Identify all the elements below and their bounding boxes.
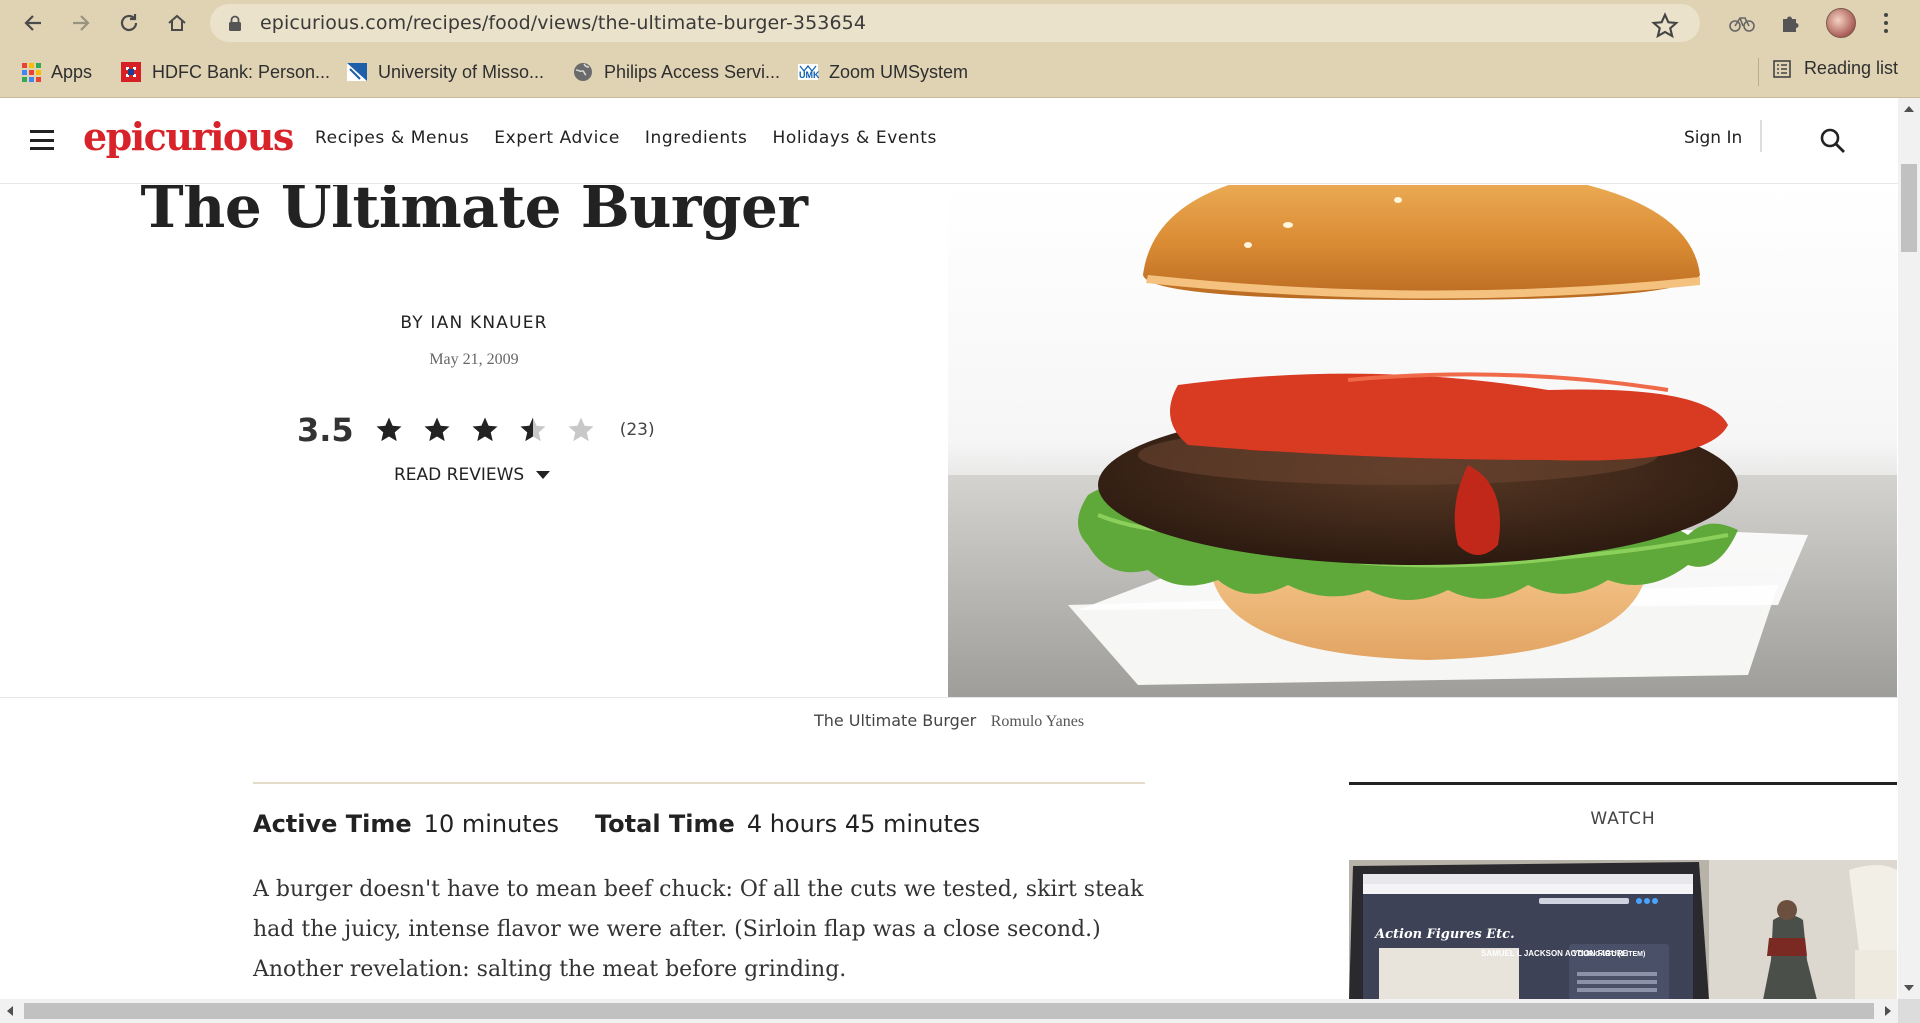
horizontal-scroll-thumb[interactable] [24, 1003, 1874, 1019]
recipe-title: The Ultimate Burger [140, 185, 808, 241]
site-logo[interactable]: epicurious [83, 114, 294, 159]
browser-toolbar: epicurious.com/recipes/food/views/the-ul… [0, 0, 1920, 46]
bookmark-label: University of Misso... [378, 61, 545, 82]
read-reviews-button[interactable]: READ REVIEWS [394, 465, 551, 485]
rating-value: 3.5 [297, 411, 354, 449]
scrollbar-corner [1898, 999, 1920, 1023]
total-time-label: Total Time [595, 810, 735, 838]
total-time-value: 4 hours 45 minutes [746, 810, 981, 838]
watch-divider [1349, 782, 1897, 785]
arrow-right-icon [73, 15, 90, 31]
recipe-description: A burger doesn't have to mean beef chuck… [253, 877, 1144, 982]
photo-credit: Romulo Yanes [990, 713, 1085, 730]
recipe-hero-image [948, 185, 1897, 697]
main-nav: Recipes & Menus Expert Advice Ingredient… [315, 128, 937, 148]
rating-stars [374, 415, 596, 445]
caret-down-icon [536, 471, 551, 479]
arrow-left-icon [24, 15, 41, 31]
watch-video-thumbnail[interactable]: Action Figures Etc. SAMUEL L JACKSON ACT… [1349, 860, 1897, 1000]
bookmark-label: Zoom UMSystem [829, 61, 969, 82]
recipe-header: The Ultimate Burger BY IAN KNAUER May 21… [0, 185, 948, 697]
home-button[interactable] [162, 8, 192, 38]
bookmark-star-icon[interactable] [1650, 11, 1680, 41]
video-brand-text: Action Figures Etc. [1373, 927, 1515, 942]
scroll-up-arrow-icon[interactable] [1904, 106, 1914, 112]
nav-holidays-events[interactable]: Holidays & Events [772, 128, 937, 148]
umkc-logo-icon: UMKC [798, 64, 819, 80]
forward-button[interactable] [66, 8, 96, 38]
scroll-right-arrow-icon[interactable] [1885, 1006, 1891, 1016]
bookmark-label: HDFC Bank: Person... [152, 61, 331, 82]
star-half-icon [520, 417, 546, 442]
video-frame: Action Figures Etc. SAMUEL L JACKSON ACT… [1349, 860, 1897, 1000]
star-empty-icon [568, 417, 594, 442]
hdfc-logo-icon [121, 62, 141, 82]
image-caption: The Ultimate Burger Romulo Yanes [0, 711, 1898, 731]
recipe-byline[interactable]: BY IAN KNAUER [0, 313, 948, 333]
url-text[interactable]: epicurious.com/recipes/food/views/the-ul… [260, 12, 866, 34]
apps-grid-icon [22, 62, 41, 82]
burger-photo [948, 185, 1897, 697]
back-button[interactable] [18, 8, 48, 38]
reading-list-icon [1773, 59, 1791, 78]
star-filled-icon [376, 417, 402, 442]
star-filled-icon [472, 417, 498, 442]
search-icon[interactable] [1818, 126, 1848, 156]
rating-count: (23) [619, 420, 655, 440]
vertical-scroll-thumb[interactable] [1901, 164, 1917, 252]
nav-recipes-menus[interactable]: Recipes & Menus [315, 128, 469, 148]
university-flag-icon [347, 63, 367, 81]
scroll-left-arrow-icon[interactable] [7, 1006, 13, 1016]
active-time-label: Active Time [253, 810, 412, 838]
extension-bike-icon[interactable] [1728, 9, 1756, 37]
body-divider [253, 782, 1145, 784]
profile-avatar[interactable] [1826, 8, 1856, 38]
vertical-scrollbar[interactable] [1898, 98, 1920, 999]
home-icon [168, 14, 186, 31]
recipe-times: Active Time 10 minutes Total Time 4 hour… [253, 810, 1016, 838]
rating-summary: 3.5 (23) [297, 411, 655, 449]
lock-icon [229, 15, 241, 31]
bookmarks-divider [1758, 58, 1759, 86]
hero-divider [0, 697, 1898, 698]
address-bar[interactable]: epicurious.com/recipes/food/views/the-ul… [210, 4, 1700, 42]
globe-icon [574, 63, 592, 81]
sign-in-link[interactable]: Sign In [1684, 128, 1742, 148]
nav-ingredients[interactable]: Ingredients [645, 128, 748, 148]
read-reviews-label: READ REVIEWS [394, 465, 525, 485]
browser-menu-button[interactable] [1876, 8, 1896, 38]
bookmark-label: Philips Access Servi... [604, 61, 781, 82]
active-time-value: 10 minutes [423, 810, 559, 838]
svg-text:UMKC: UMKC [799, 70, 819, 80]
site-header: epicurious Recipes & Menus Expert Advice… [0, 98, 1898, 184]
bookmark-zoom[interactable]: UMKC Zoom UMSystem [797, 58, 968, 86]
bookmarks-bar: Apps HDFC Bank: Person... University of … [0, 46, 1920, 98]
publish-date: May 21, 2009 [429, 351, 519, 368]
star-filled-icon [424, 417, 450, 442]
horizontal-scrollbar[interactable] [0, 999, 1898, 1023]
bookmark-label: Apps [51, 61, 93, 82]
nav-expert-advice[interactable]: Expert Advice [494, 128, 620, 148]
reload-button[interactable] [114, 8, 144, 38]
bookmark-university[interactable]: University of Misso... [346, 58, 544, 86]
bookmark-philips[interactable]: Philips Access Servi... [572, 58, 780, 86]
menu-hamburger-icon[interactable] [30, 130, 54, 150]
watch-heading: WATCH [1590, 809, 1656, 829]
bookmark-apps[interactable]: Apps [22, 58, 92, 86]
extensions-puzzle-icon[interactable] [1776, 9, 1804, 37]
bookmark-hdfc[interactable]: HDFC Bank: Person... [120, 58, 330, 86]
header-divider [1760, 120, 1762, 152]
scroll-down-arrow-icon[interactable] [1904, 985, 1914, 991]
reload-icon [120, 14, 138, 32]
reading-list-button[interactable]: Reading list [1772, 58, 1898, 79]
caption-title: The Ultimate Burger [813, 711, 977, 730]
video-cart-text: YOUR CART: (1 ITEM) [1573, 951, 1645, 958]
reading-list-label: Reading list [1803, 58, 1898, 78]
